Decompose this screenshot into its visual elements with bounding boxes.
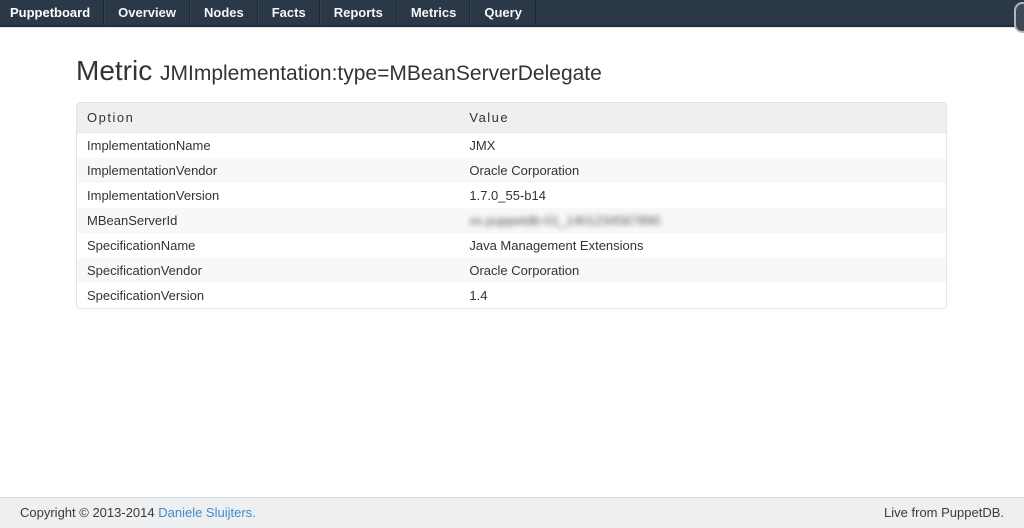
table-row: SpecificationVendorOracle Corporation xyxy=(77,258,946,283)
table-row: SpecificationVersion1.4 xyxy=(77,283,946,308)
table-row: MBeanServerIdxx.puppetdb-01_140123456789… xyxy=(77,208,946,233)
value-cell: Oracle Corporation xyxy=(459,258,946,283)
value-cell: Java Management Extensions xyxy=(459,233,946,258)
footer-copyright-text: Copyright © 2013-2014 xyxy=(20,505,158,520)
nav-item-facts[interactable]: Facts xyxy=(258,0,320,25)
table-row: SpecificationNameJava Management Extensi… xyxy=(77,233,946,258)
value-cell: 1.7.0_55-b14 xyxy=(459,183,946,208)
table-header-row: Option Value xyxy=(77,103,946,133)
page-title: Metric JMImplementation:type=MBeanServer… xyxy=(76,56,947,87)
footer-author-link[interactable]: Daniele Sluijters. xyxy=(158,505,256,520)
option-cell: ImplementationVersion xyxy=(77,183,459,208)
option-cell: ImplementationName xyxy=(77,133,459,158)
main-content: Metric JMImplementation:type=MBeanServer… xyxy=(0,29,1024,497)
scrollbar-thumb[interactable] xyxy=(1014,2,1024,33)
footer-copyright: Copyright © 2013-2014 Daniele Sluijters. xyxy=(20,498,256,528)
page-title-metric-name: JMImplementation:type=MBeanServerDelegat… xyxy=(160,62,602,85)
table-row: ImplementationVendorOracle Corporation xyxy=(77,158,946,183)
option-cell: SpecificationVendor xyxy=(77,258,459,283)
column-header-option: Option xyxy=(77,103,459,133)
footer-live-status: Live from PuppetDB. xyxy=(884,498,1004,528)
value-cell: JMX xyxy=(459,133,946,158)
option-cell: ImplementationVendor xyxy=(77,158,459,183)
option-cell: SpecificationVersion xyxy=(77,283,459,308)
nav-item-reports[interactable]: Reports xyxy=(320,0,397,25)
metric-table: Option Value ImplementationNameJMXImplem… xyxy=(76,102,947,309)
option-cell: MBeanServerId xyxy=(77,208,459,233)
value-cell: xx.puppetdb-01_1401234567890 xyxy=(459,208,946,233)
page-title-metric: Metric xyxy=(76,55,152,86)
nav-item-metrics[interactable]: Metrics xyxy=(397,0,471,25)
table-row: ImplementationNameJMX xyxy=(77,133,946,158)
navbar-brand-puppetboard[interactable]: Puppetboard xyxy=(0,0,104,25)
table-row: ImplementationVersion1.7.0_55-b14 xyxy=(77,183,946,208)
nav-item-query[interactable]: Query xyxy=(470,0,536,25)
top-navbar: Puppetboard Overview Nodes Facts Reports… xyxy=(0,0,1024,27)
value-cell: Oracle Corporation xyxy=(459,158,946,183)
value-cell: 1.4 xyxy=(459,283,946,308)
nav-item-nodes[interactable]: Nodes xyxy=(190,0,258,25)
column-header-value: Value xyxy=(459,103,946,133)
nav-item-overview[interactable]: Overview xyxy=(104,0,190,25)
option-cell: SpecificationName xyxy=(77,233,459,258)
page-footer: Copyright © 2013-2014 Daniele Sluijters.… xyxy=(0,497,1024,528)
